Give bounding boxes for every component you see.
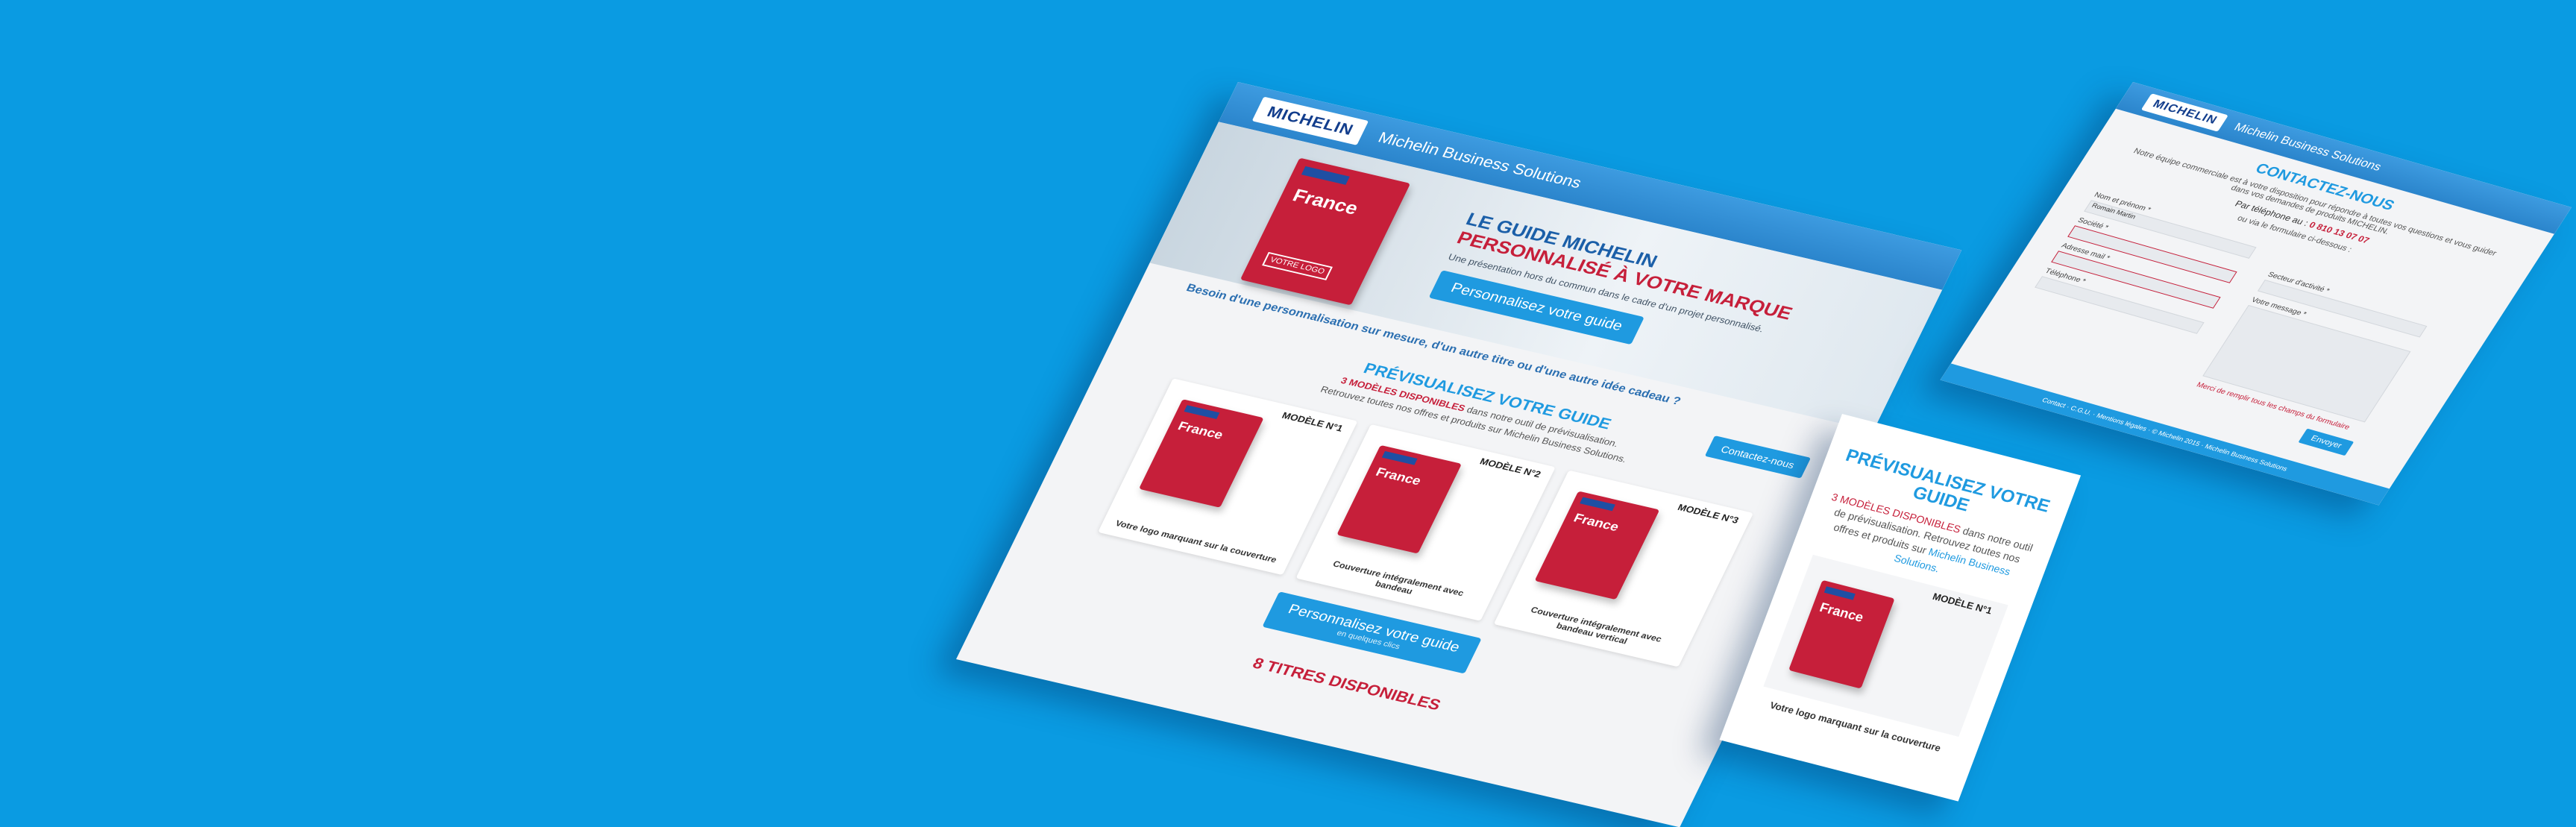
book-title: France bbox=[1818, 600, 1866, 625]
model-label: MODÈLE N°1 bbox=[1280, 409, 1345, 434]
book-title: France bbox=[1373, 465, 1424, 488]
model-label: MODÈLE N°1 bbox=[1931, 591, 1994, 617]
michelin-logo[interactable]: MICHELIN bbox=[2140, 93, 2229, 132]
guide-book-image: France bbox=[1138, 399, 1264, 508]
send-button[interactable]: Envoyer bbox=[2298, 428, 2354, 456]
model-description: Couverture intégralement avec bandeau ve… bbox=[1529, 605, 1664, 647]
contact-mockup: MICHELIN Michelin Business Solutions CON… bbox=[1940, 82, 2572, 506]
book-logo-icon bbox=[1580, 497, 1615, 512]
guide-book-image: France VOTRE LOGO bbox=[1240, 157, 1411, 306]
model-description: Couverture intégralement avec bandeau bbox=[1331, 559, 1466, 598]
book-title: France bbox=[1289, 184, 1362, 219]
book-logo-icon bbox=[1381, 450, 1418, 465]
guide-book-image: France bbox=[1534, 491, 1660, 600]
book-logo-icon bbox=[1184, 405, 1220, 419]
marketing-banner: MICHELIN Michelin Business Solutions Fra… bbox=[0, 0, 2576, 827]
book-logo-icon bbox=[1301, 166, 1350, 185]
book-title: France bbox=[1571, 511, 1621, 534]
name-field[interactable]: Romain Martin bbox=[2084, 200, 2257, 259]
book-title: France bbox=[1175, 418, 1226, 442]
model-label: MODÈLE N°2 bbox=[1477, 456, 1543, 479]
book-logo-icon bbox=[1823, 585, 1856, 600]
book-logo-box: VOTRE LOGO bbox=[1261, 252, 1333, 281]
guide-book-image: France bbox=[1336, 444, 1462, 554]
guide-book-image: France bbox=[1788, 579, 1895, 689]
model-label: MODÈLE N°3 bbox=[1676, 502, 1741, 526]
